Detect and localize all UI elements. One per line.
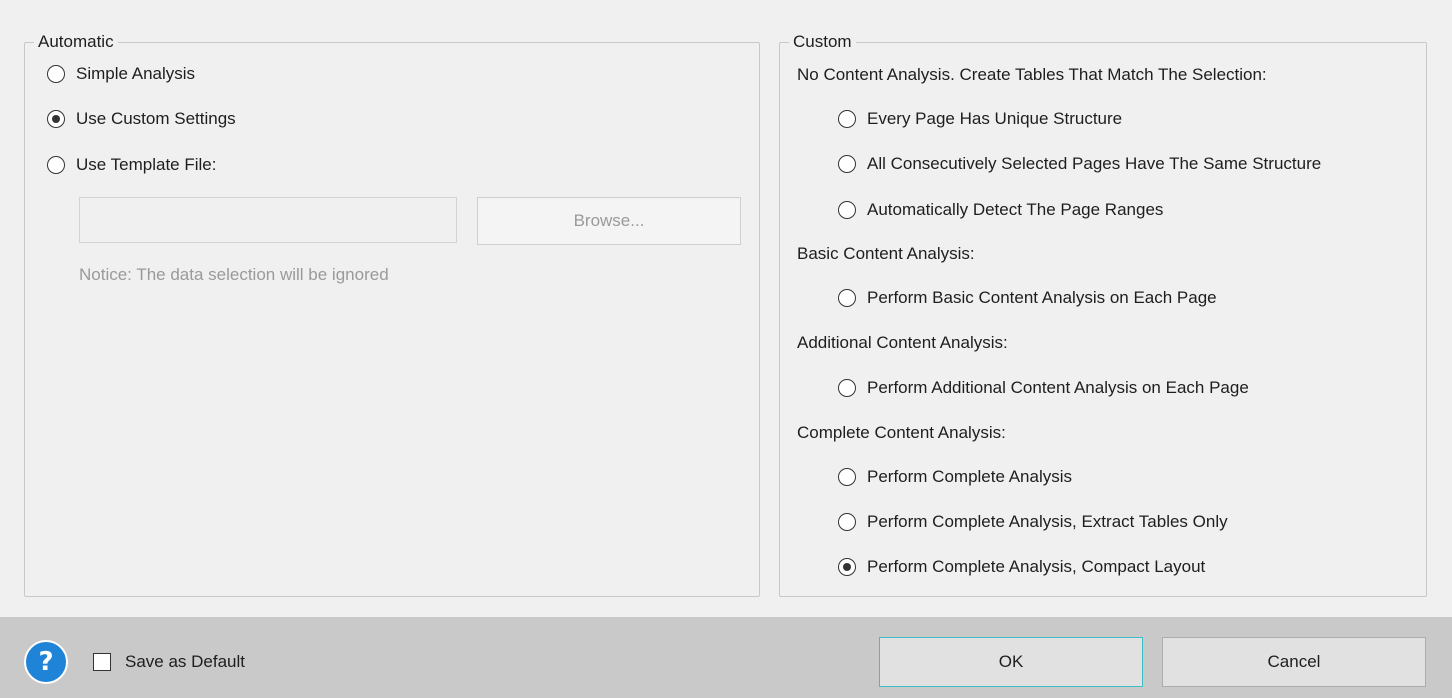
section-heading-no-content: No Content Analysis. Create Tables That …: [797, 65, 1267, 84]
browse-button[interactable]: Browse...: [477, 197, 741, 245]
section-heading-basic: Basic Content Analysis:: [797, 244, 975, 263]
radio-button-icon[interactable]: [838, 513, 856, 531]
cancel-button[interactable]: Cancel: [1162, 637, 1426, 687]
radio-button-icon[interactable]: [838, 468, 856, 486]
radio-additional-content-analysis[interactable]: Perform Additional Content Analysis on E…: [838, 376, 1249, 400]
radio-label: Perform Complete Analysis, Compact Layou…: [867, 557, 1206, 576]
radio-label: Use Template File:: [76, 155, 217, 174]
checkbox-icon[interactable]: [93, 653, 111, 671]
radio-complete-extract-tables[interactable]: Perform Complete Analysis, Extract Table…: [838, 510, 1228, 534]
radio-label: Perform Basic Content Analysis on Each P…: [867, 288, 1217, 307]
radio-button-icon[interactable]: [838, 379, 856, 397]
radio-use-custom-settings[interactable]: Use Custom Settings: [47, 107, 236, 131]
radio-label: All Consecutively Selected Pages Have Th…: [867, 154, 1322, 173]
radio-button-icon[interactable]: [838, 201, 856, 219]
section-heading-additional: Additional Content Analysis:: [797, 333, 1008, 352]
save-as-default-checkbox[interactable]: Save as Default: [93, 651, 245, 673]
template-path-input[interactable]: [79, 197, 457, 243]
radio-label: Perform Complete Analysis: [867, 467, 1073, 486]
radio-label: Every Page Has Unique Structure: [867, 109, 1123, 128]
radio-consecutive-same-structure[interactable]: All Consecutively Selected Pages Have Th…: [838, 152, 1321, 176]
radio-button-icon[interactable]: [838, 558, 856, 576]
radio-button-icon[interactable]: [47, 65, 65, 83]
dialog-body: Automatic Simple Analysis Use Custom Set…: [0, 0, 1452, 617]
radio-every-page-unique[interactable]: Every Page Has Unique Structure: [838, 107, 1122, 131]
radio-label: Automatically Detect The Page Ranges: [867, 200, 1164, 219]
radio-button-icon[interactable]: [838, 155, 856, 173]
radio-label: Perform Complete Analysis, Extract Table…: [867, 512, 1228, 531]
custom-group-legend: Custom: [793, 32, 852, 51]
radio-complete-compact-layout[interactable]: Perform Complete Analysis, Compact Layou…: [838, 555, 1205, 579]
radio-button-icon[interactable]: [47, 156, 65, 174]
radio-basic-content-analysis[interactable]: Perform Basic Content Analysis on Each P…: [838, 286, 1217, 310]
radio-button-icon[interactable]: [838, 289, 856, 307]
save-as-default-label: Save as Default: [125, 652, 246, 671]
radio-label: Use Custom Settings: [76, 109, 236, 128]
radio-complete-analysis[interactable]: Perform Complete Analysis: [838, 465, 1072, 489]
help-icon[interactable]: ?: [24, 640, 68, 684]
radio-label: Simple Analysis: [76, 64, 196, 83]
ok-button[interactable]: OK: [879, 637, 1143, 687]
radio-label: Perform Additional Content Analysis on E…: [867, 378, 1249, 397]
radio-detect-page-ranges[interactable]: Automatically Detect The Page Ranges: [838, 198, 1163, 222]
notice-text: Notice: The data selection will be ignor…: [79, 265, 389, 284]
section-heading-complete: Complete Content Analysis:: [797, 423, 1006, 442]
automatic-group-legend: Automatic: [38, 32, 114, 51]
radio-simple-analysis[interactable]: Simple Analysis: [47, 62, 195, 86]
radio-button-icon[interactable]: [47, 110, 65, 128]
radio-button-icon[interactable]: [838, 110, 856, 128]
radio-use-template-file[interactable]: Use Template File:: [47, 153, 216, 177]
